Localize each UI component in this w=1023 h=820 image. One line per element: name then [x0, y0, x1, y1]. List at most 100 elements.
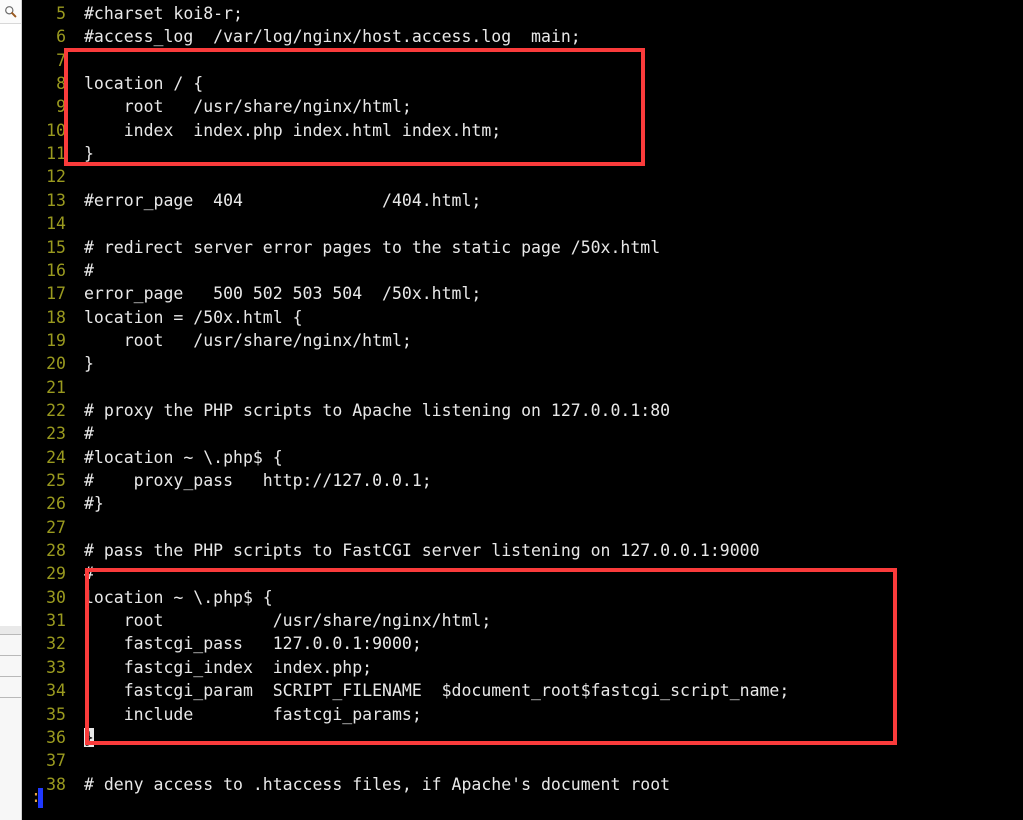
line-text: }: [84, 144, 94, 164]
line-number: 23: [46, 424, 66, 444]
editor-line[interactable]: 19 root /usr/share/nginx/html;: [22, 329, 1023, 352]
line-number: 9: [56, 97, 66, 117]
line-text: #: [84, 424, 94, 444]
line-text: #: [84, 260, 94, 280]
line-text: include fastcgi_params;: [84, 704, 422, 724]
editor-line[interactable]: 31 root /usr/share/nginx/html;: [22, 609, 1023, 632]
line-number: 36: [46, 727, 66, 747]
line-number: 6: [56, 27, 66, 47]
editor-line[interactable]: 30 location ~ \.php$ {: [22, 586, 1023, 609]
editor-line[interactable]: 15 # redirect server error pages to the s…: [22, 236, 1023, 259]
line-text: # pass the PHP scripts to FastCGI server…: [84, 541, 760, 561]
line-number: 37: [46, 751, 66, 771]
editor-line[interactable]: 7: [22, 49, 1023, 72]
line-number: 11: [46, 144, 66, 164]
left-panel-divider: [0, 676, 21, 677]
editor-line[interactable]: 20}: [22, 352, 1023, 375]
line-text: fastcgi_param SCRIPT_FILENAME $document_…: [84, 681, 790, 701]
left-panel-toolbar: [0, 0, 21, 24]
line-text: root /usr/share/nginx/html;: [84, 611, 492, 631]
editor-line[interactable]: 16 #: [22, 259, 1023, 282]
text-cursor: [38, 788, 43, 808]
line-number: 17: [46, 284, 66, 304]
line-text: #}: [84, 494, 104, 514]
editor-line[interactable]: 11}: [22, 142, 1023, 165]
line-text: # deny access to .htaccess files, if Apa…: [84, 774, 671, 794]
line-text: location / {: [84, 74, 204, 94]
editor-line[interactable]: 34 fastcgi_param SCRIPT_FILENAME $docume…: [22, 679, 1023, 702]
terminal-window[interactable]: 5 #charset koi8-r; 6 #access_log /var/log/n…: [22, 0, 1023, 820]
editor-line[interactable]: 28 # pass the PHP scripts to FastCGI serv…: [22, 539, 1023, 562]
line-number: 24: [46, 447, 66, 467]
editor-line[interactable]: 32 fastcgi_pass 127.0.0.1:9000;: [22, 632, 1023, 655]
line-text: # redirect server error pages to the sta…: [84, 237, 661, 257]
left-side-panel: [0, 0, 22, 820]
block-cursor: }: [84, 727, 94, 747]
line-number: 33: [46, 657, 66, 677]
left-panel-list-header: [0, 626, 21, 634]
line-number: 14: [46, 214, 66, 234]
editor-line[interactable]: 33 fastcgi_index index.php;: [22, 656, 1023, 679]
search-icon[interactable]: [4, 5, 17, 18]
line-number: 27: [46, 517, 66, 537]
editor-line[interactable]: 29 #: [22, 562, 1023, 585]
editor-line[interactable]: 12: [22, 165, 1023, 188]
left-panel-divider: [0, 697, 21, 698]
editor-line[interactable]: 24 #location ~ \.php$ {: [22, 446, 1023, 469]
editor-line[interactable]: 5 #charset koi8-r;: [22, 2, 1023, 25]
left-panel-divider: [0, 634, 21, 635]
line-text: }: [84, 354, 94, 374]
editor-line[interactable]: 17 error_page 500 502 503 504 /50x.html;: [22, 282, 1023, 305]
line-number: 25: [46, 471, 66, 490]
line-number: 10: [46, 120, 66, 140]
line-number: 22: [46, 400, 66, 420]
editor-line[interactable]: 27: [22, 516, 1023, 539]
line-text: fastcgi_pass 127.0.0.1:9000;: [84, 634, 422, 654]
line-number: 31: [46, 611, 66, 631]
line-number: 19: [46, 330, 66, 350]
editor-line[interactable]: 22 # proxy the PHP scripts to Apache list…: [22, 399, 1023, 422]
line-text: # proxy the PHP scripts to Apache listen…: [84, 400, 671, 420]
editor-line[interactable]: 26 #}: [22, 492, 1023, 515]
line-text: #charset koi8-r;: [84, 4, 243, 23]
line-number: 34: [46, 681, 66, 701]
line-number: 8: [56, 74, 66, 94]
line-number: 18: [46, 307, 66, 327]
line-text: #access_log /var/log/nginx/host.access.l…: [84, 27, 581, 47]
line-text: error_page 500 502 503 504 /50x.html;: [84, 284, 482, 304]
vim-command-line[interactable]: :: [22, 785, 80, 809]
editor-line[interactable]: 38 # deny access to .htaccess files, if A…: [22, 773, 1023, 796]
line-number: 35: [46, 704, 66, 724]
line-number: 30: [46, 587, 66, 607]
line-number: 5: [56, 4, 66, 23]
screen: 5 #charset koi8-r; 6 #access_log /var/log/n…: [0, 0, 1023, 820]
line-text: root /usr/share/nginx/html;: [84, 97, 412, 117]
editor-line[interactable]: 25 # proxy_pass http://127.0.0.1;: [22, 469, 1023, 492]
line-number: 29: [46, 564, 66, 584]
line-text: #: [84, 564, 94, 584]
line-text: root /usr/share/nginx/html;: [84, 330, 412, 350]
line-text: fastcgi_index index.php;: [84, 657, 373, 677]
line-number: 13: [46, 190, 66, 210]
editor-line[interactable]: 18 location = /50x.html {: [22, 306, 1023, 329]
line-text: #error_page 404 /404.html;: [84, 190, 482, 210]
line-text: location ~ \.php$ {: [84, 587, 273, 607]
editor-line[interactable]: 36}: [22, 726, 1023, 749]
editor-line[interactable]: 9 root /usr/share/nginx/html;: [22, 95, 1023, 118]
line-number: 15: [46, 237, 66, 257]
editor-line[interactable]: 8 location / {: [22, 72, 1023, 95]
line-text: #location ~ \.php$ {: [84, 447, 283, 467]
editor-line[interactable]: 6 #access_log /var/log/nginx/host.access.…: [22, 25, 1023, 48]
line-number: 12: [46, 167, 66, 187]
line-number: 20: [46, 354, 66, 374]
editor-line[interactable]: 21: [22, 376, 1023, 399]
editor-line[interactable]: 35 include fastcgi_params;: [22, 703, 1023, 726]
editor-line[interactable]: 13 #error_page 404 /404.html;: [22, 189, 1023, 212]
editor-line[interactable]: 14: [22, 212, 1023, 235]
line-number: 16: [46, 260, 66, 280]
line-number: 26: [46, 494, 66, 514]
editor-line[interactable]: 37: [22, 749, 1023, 772]
line-text: # proxy_pass http://127.0.0.1;: [84, 471, 432, 490]
editor-line[interactable]: 10 index index.php index.html index.htm;: [22, 119, 1023, 142]
editor-line[interactable]: 23 #: [22, 422, 1023, 445]
